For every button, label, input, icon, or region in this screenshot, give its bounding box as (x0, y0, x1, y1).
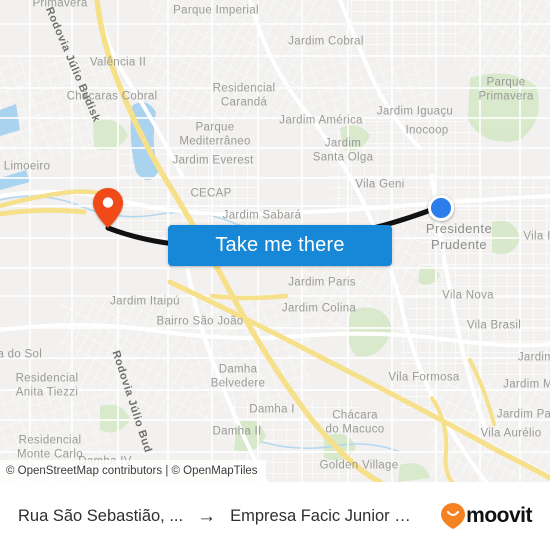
moovit-wordmark: moovit (466, 504, 532, 527)
map-canvas[interactable]: Primavera Parque Imperial Jardim Cobral Val… (0, 0, 550, 482)
origin-label[interactable]: Rua São Sebastião, ... (18, 507, 183, 526)
destination-label[interactable]: Empresa Facic Junior Unoe... (230, 507, 420, 526)
moovit-logo[interactable]: moovit (441, 503, 532, 529)
map-attribution: © OpenStreetMap contributors | © OpenMap… (0, 460, 266, 482)
take-me-there-button[interactable]: Take me there (168, 225, 392, 266)
origin-pin-icon[interactable] (93, 188, 123, 228)
moovit-map-page: Primavera Parque Imperial Jardim Cobral Val… (0, 0, 550, 550)
footer-bar: Rua São Sebastião, ... → Empresa Facic J… (0, 482, 550, 550)
arrow-right-icon: → (197, 505, 217, 527)
moovit-pin-icon (441, 503, 466, 529)
destination-dot-icon[interactable] (428, 195, 454, 221)
attribution-text: © OpenStreetMap contributors | © OpenMap… (6, 465, 258, 477)
